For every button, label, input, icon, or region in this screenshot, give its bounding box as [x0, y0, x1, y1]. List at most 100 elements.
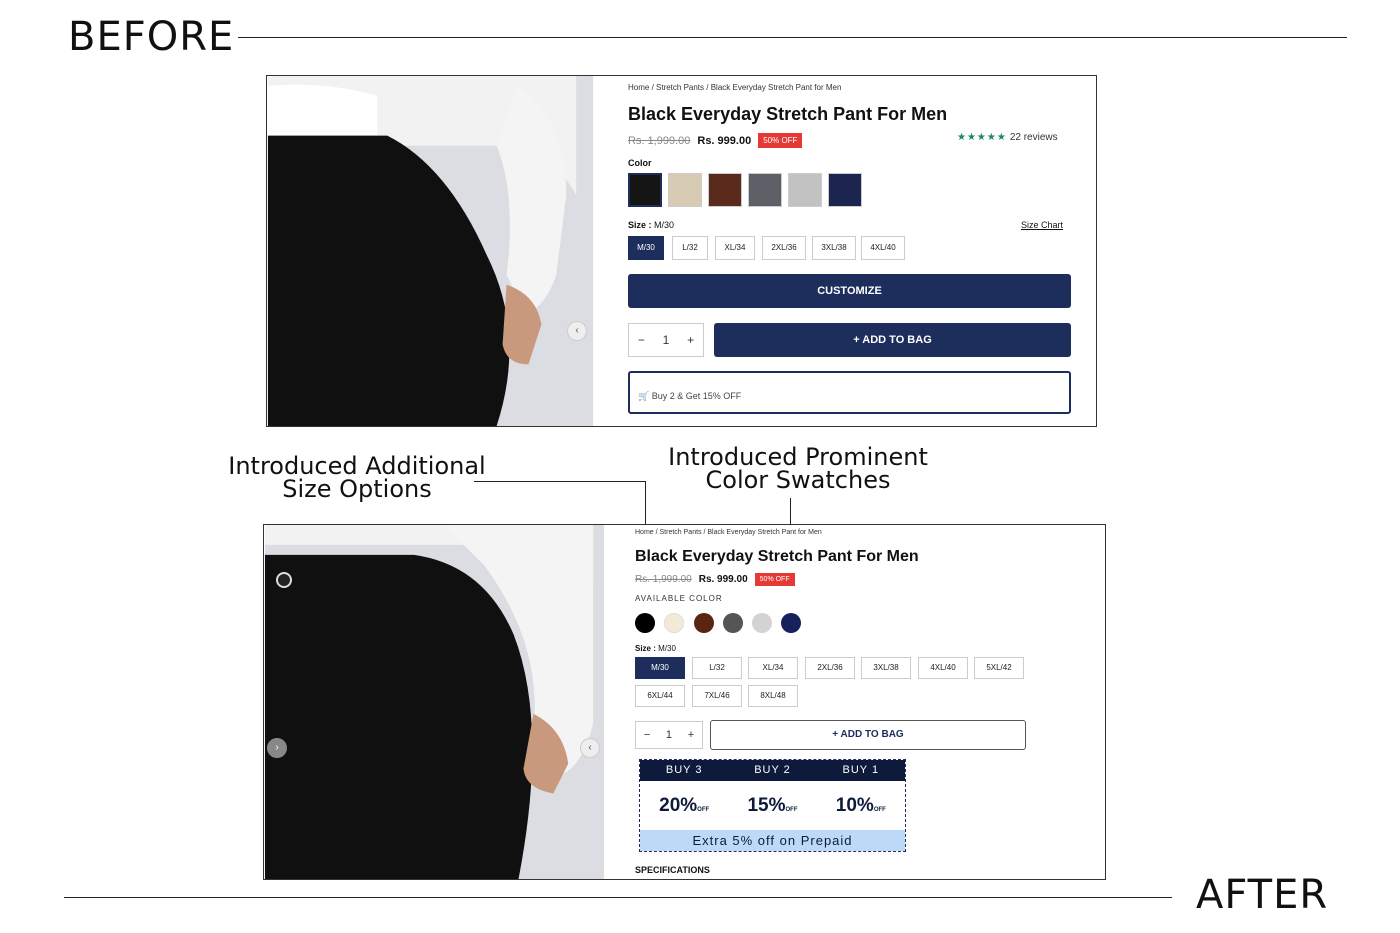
- before-heading: BEFORE: [68, 14, 235, 60]
- add-to-bag-button[interactable]: + ADD TO BAG: [710, 720, 1026, 750]
- size-selected-value: M/30: [654, 220, 675, 230]
- customize-button[interactable]: CUSTOMIZE: [628, 274, 1071, 308]
- star-rating-icon: ★★★★★: [957, 132, 1007, 143]
- size-option[interactable]: 3XL/38: [812, 236, 856, 260]
- after-rule: [64, 897, 1172, 898]
- color-dot-navy[interactable]: [781, 613, 801, 633]
- size-option[interactable]: M/30: [628, 236, 664, 260]
- brand-logo-icon: [276, 572, 292, 588]
- color-dot-black[interactable]: [635, 613, 655, 633]
- size-option[interactable]: 2XL/36: [762, 236, 806, 260]
- annotation-sizes: Introduced Additional Size Options: [220, 454, 494, 503]
- annotation-line-sizes-h: [474, 481, 646, 482]
- size-option[interactable]: 3XL/38: [861, 657, 911, 679]
- qty-increase-button[interactable]: +: [687, 333, 694, 347]
- swatch-fill: [789, 174, 821, 206]
- qty-value: 1: [662, 333, 670, 347]
- image-next-arrow[interactable]: ‹: [580, 738, 600, 758]
- size-label: Size : M/30: [635, 644, 676, 653]
- annotation-colors-line2: Color Swatches: [705, 466, 891, 494]
- size-option[interactable]: 4XL/40: [918, 657, 968, 679]
- rating[interactable]: ★★★★★ 22 reviews: [957, 132, 1058, 143]
- bulk-offer-table[interactable]: BUY 3 BUY 2 BUY 1 20%OFF 15%OFF 10%OFF E…: [639, 759, 906, 852]
- size-chart-link[interactable]: Size Chart: [1021, 220, 1063, 230]
- offer-cell: 10%OFF: [817, 795, 905, 817]
- offer-cell: 20%OFF: [640, 795, 728, 817]
- color-swatch-light-grey[interactable]: [788, 173, 822, 207]
- sale-price: Rs. 999.00: [698, 574, 748, 585]
- color-label: Color: [628, 158, 652, 168]
- qty-increase-button[interactable]: +: [688, 729, 694, 741]
- prepaid-offer-banner: Extra 5% off on Prepaid: [640, 830, 905, 851]
- review-count: 22 reviews: [1009, 132, 1058, 143]
- color-swatch-navy[interactable]: [828, 173, 862, 207]
- color-dot-cream[interactable]: [664, 613, 684, 633]
- color-swatch-brown[interactable]: [708, 173, 742, 207]
- product-title: Black Everyday Stretch Pant For Men: [628, 104, 948, 124]
- color-swatch-grey[interactable]: [748, 173, 782, 207]
- before-product-panel: ‹ Home / Stretch Pants / Black Everyday …: [266, 75, 1097, 427]
- offer-header: BUY 2: [754, 764, 791, 776]
- color-dot-grey[interactable]: [723, 613, 743, 633]
- color-dot-brown[interactable]: [694, 613, 714, 633]
- size-label: Size : M/30: [628, 220, 674, 230]
- swatch-fill: [669, 174, 701, 206]
- specifications-heading[interactable]: SPECIFICATIONS: [635, 865, 710, 875]
- offer-text: 🛒 Buy 2 & Get 15% OFF: [638, 391, 742, 401]
- size-option[interactable]: L/32: [692, 657, 742, 679]
- size-label-text: Size :: [628, 220, 652, 230]
- offer-values-row: 20%OFF 15%OFF 10%OFF: [640, 781, 905, 830]
- swatch-fill: [829, 174, 861, 206]
- swatch-fill: [630, 175, 660, 205]
- swatch-fill: [709, 174, 741, 206]
- product-photo: [267, 76, 594, 426]
- size-selected-value: M/30: [658, 644, 676, 653]
- offer-cell: 15%OFF: [728, 795, 816, 817]
- size-option[interactable]: 7XL/46: [692, 685, 742, 707]
- original-price: Rs. 1,999.00: [628, 134, 691, 147]
- offer-box[interactable]: 🛒 Buy 2 & Get 15% OFF: [628, 371, 1071, 414]
- color-dot-light-grey[interactable]: [752, 613, 772, 633]
- size-option[interactable]: 2XL/36: [805, 657, 855, 679]
- quantity-stepper[interactable]: − 1 +: [635, 721, 703, 749]
- annotation-sizes-line2: Size Options: [282, 475, 432, 503]
- quantity-stepper[interactable]: − 1 +: [628, 323, 704, 357]
- add-to-bag-button[interactable]: + ADD TO BAG: [714, 323, 1071, 357]
- breadcrumb: Home / Stretch Pants / Black Everyday St…: [635, 529, 822, 536]
- size-option[interactable]: XL/34: [748, 657, 798, 679]
- offer-value: 20%: [659, 794, 698, 816]
- available-color-label: AVAILABLE COLOR: [635, 594, 723, 603]
- color-swatch-black[interactable]: [628, 173, 662, 207]
- sale-price: Rs. 999.00: [697, 134, 752, 147]
- size-option[interactable]: 4XL/40: [861, 236, 905, 260]
- product-photo: [264, 525, 605, 879]
- qty-value: 1: [665, 729, 673, 741]
- size-label-text: Size :: [635, 644, 656, 653]
- offer-off: OFF: [785, 806, 798, 813]
- size-option[interactable]: M/30: [635, 657, 685, 679]
- price-row: Rs. 1,999.00 Rs. 999.00 50% OFF: [628, 133, 803, 148]
- offer-header: BUY 3: [665, 764, 703, 776]
- price-row: Rs. 1,999.00 Rs. 999.00 50% OFF: [635, 573, 795, 586]
- original-price: Rs. 1,999.00: [635, 574, 692, 585]
- discount-badge: 50% OFF: [754, 573, 795, 586]
- offer-header: BUY 1: [842, 764, 880, 776]
- size-option[interactable]: 6XL/44: [635, 685, 685, 707]
- qty-decrease-button[interactable]: −: [644, 729, 650, 741]
- image-prev-arrow[interactable]: ›: [267, 738, 287, 758]
- offer-off: OFF: [697, 806, 710, 813]
- size-option[interactable]: XL/34: [715, 236, 755, 260]
- size-option[interactable]: 8XL/48: [748, 685, 798, 707]
- size-option[interactable]: 5XL/42: [974, 657, 1024, 679]
- product-title: Black Everyday Stretch Pant For Men: [635, 548, 919, 565]
- qty-decrease-button[interactable]: −: [638, 333, 645, 347]
- after-product-panel: › ‹ Home / Stretch Pants / Black Everyda…: [263, 524, 1106, 880]
- image-next-arrow[interactable]: ‹: [567, 321, 587, 341]
- size-option[interactable]: L/32: [672, 236, 708, 260]
- after-heading: AFTER: [1196, 872, 1329, 918]
- offer-header-row: BUY 3 BUY 2 BUY 1: [640, 760, 905, 781]
- color-swatch-beige[interactable]: [668, 173, 702, 207]
- before-rule: [238, 37, 1347, 38]
- annotation-colors: Introduced Prominent Color Swatches: [660, 445, 936, 494]
- discount-badge: 50% OFF: [758, 133, 803, 148]
